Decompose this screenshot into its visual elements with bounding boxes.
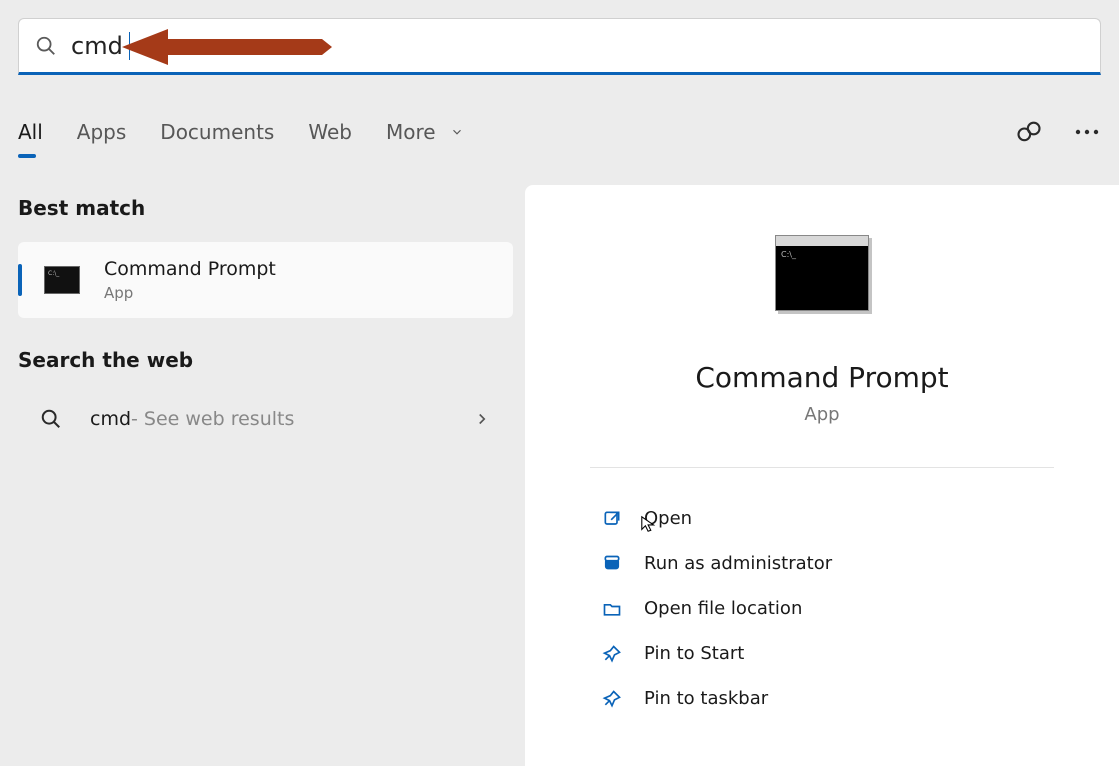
action-run-admin[interactable]: Run as administrator — [602, 541, 1066, 586]
web-query-text: cmd — [90, 408, 131, 430]
action-label: Pin to Start — [644, 643, 744, 664]
action-label: Open — [644, 508, 692, 529]
results-left-column: Best match C:\_ Command Prompt App Searc… — [0, 180, 525, 766]
open-icon — [602, 509, 622, 529]
detail-divider — [590, 467, 1054, 468]
best-match-result[interactable]: C:\_ Command Prompt App — [18, 242, 513, 318]
more-options-icon[interactable] — [1073, 118, 1101, 146]
detail-panel: C:\_ Command Prompt App Open Run as admi… — [525, 185, 1119, 766]
action-label: Open file location — [644, 598, 802, 619]
best-match-header: Best match — [18, 196, 525, 220]
detail-subtitle: App — [804, 404, 839, 425]
folder-icon — [602, 599, 622, 619]
search-icon — [40, 408, 62, 430]
pin-icon — [602, 689, 622, 709]
detail-title: Command Prompt — [695, 361, 948, 394]
tab-web[interactable]: Web — [308, 120, 352, 144]
action-label: Pin to taskbar — [644, 688, 768, 709]
action-pin-start[interactable]: Pin to Start — [602, 631, 1066, 676]
tab-more[interactable]: More — [386, 120, 464, 144]
action-label: Run as administrator — [644, 553, 832, 574]
tab-more-label: More — [386, 120, 436, 144]
action-open[interactable]: Open — [602, 496, 1066, 541]
command-prompt-icon: C:\_ — [44, 266, 80, 294]
tab-all[interactable]: All — [18, 120, 43, 144]
tab-apps[interactable]: Apps — [77, 120, 127, 144]
results-body: Best match C:\_ Command Prompt App Searc… — [0, 180, 1119, 766]
pin-icon — [602, 644, 622, 664]
action-open-location[interactable]: Open file location — [602, 586, 1066, 631]
search-icon — [35, 35, 57, 57]
best-match-title: Command Prompt — [104, 258, 276, 280]
best-match-subtitle: App — [104, 284, 276, 302]
chevron-down-icon — [450, 125, 464, 139]
web-search-result[interactable]: cmd - See web results — [18, 394, 513, 444]
filter-tabs: All Apps Documents Web More — [18, 107, 1101, 157]
chat-icon[interactable] — [1015, 118, 1043, 146]
web-query-hint: - See web results — [131, 408, 294, 430]
shield-icon — [602, 554, 622, 574]
search-input[interactable] — [71, 32, 131, 60]
text-caret — [129, 32, 130, 60]
chevron-right-icon — [473, 410, 491, 428]
detail-app-icon: C:\_ — [775, 235, 869, 311]
search-web-header: Search the web — [18, 348, 525, 372]
action-pin-taskbar[interactable]: Pin to taskbar — [602, 676, 1066, 721]
tab-documents[interactable]: Documents — [160, 120, 274, 144]
detail-actions: Open Run as administrator Open file loca… — [602, 496, 1066, 721]
search-bar[interactable] — [18, 18, 1101, 75]
